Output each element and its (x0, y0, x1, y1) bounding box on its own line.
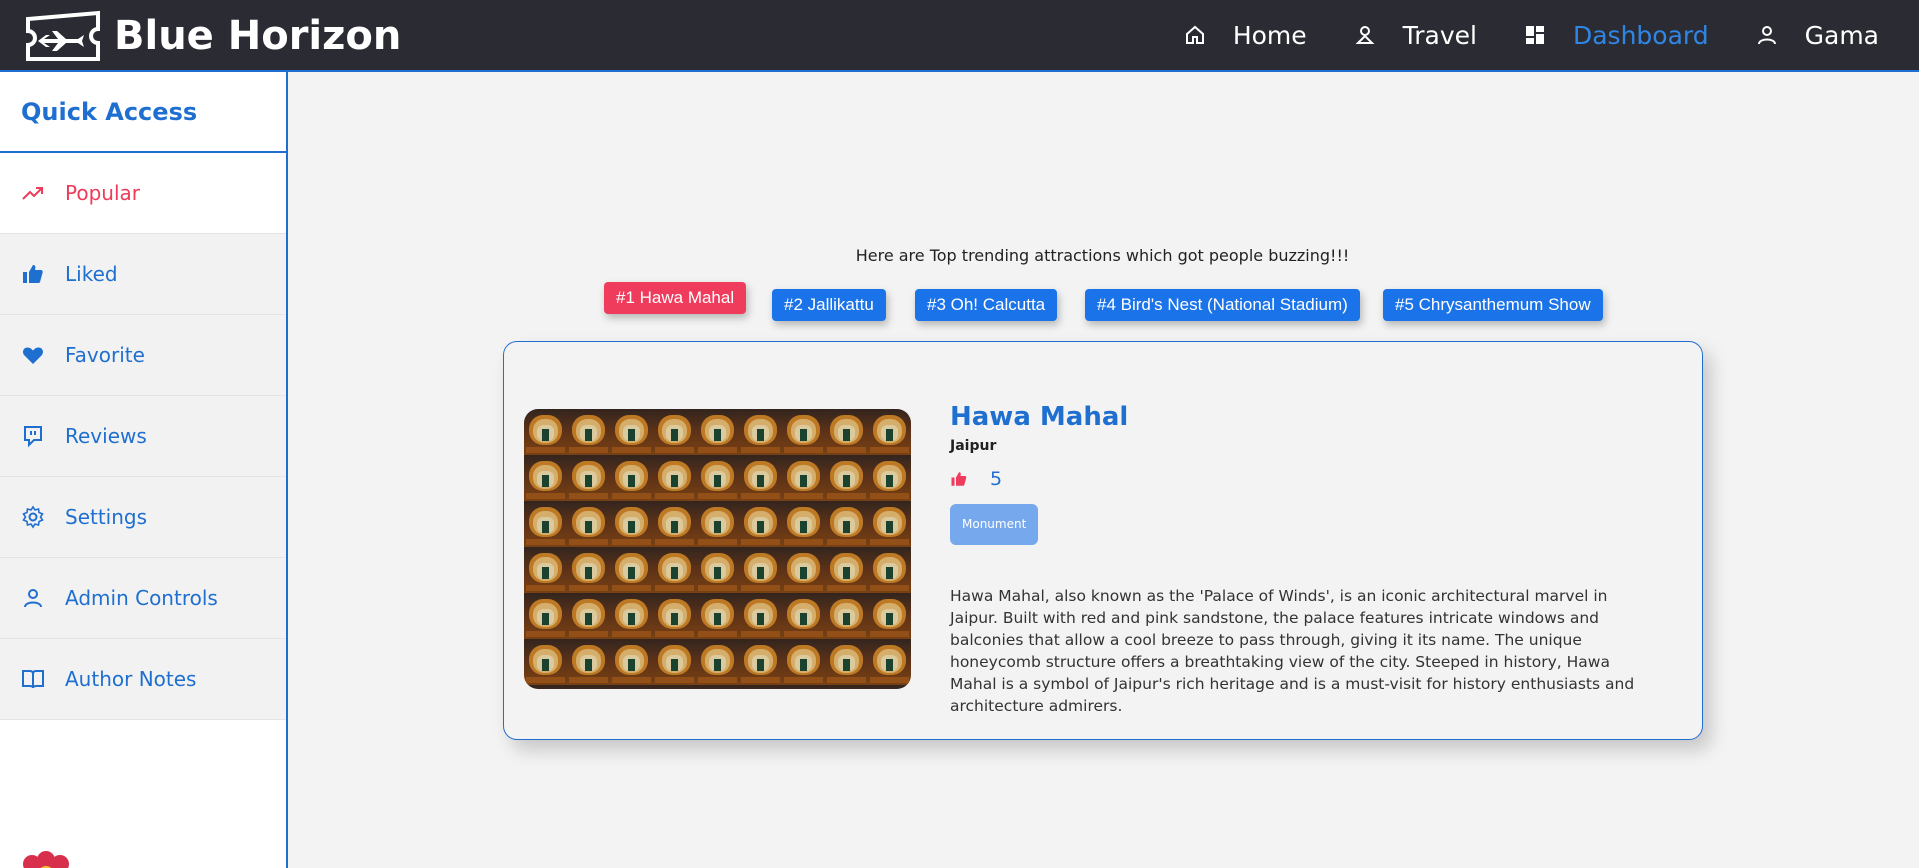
category-tag[interactable]: Monument (950, 504, 1039, 545)
top-navbar: Blue Horizon Home Travel Dashboard Gama (0, 0, 1919, 72)
nav-travel[interactable]: Travel (1353, 21, 1477, 50)
nav-home-label: Home (1232, 20, 1307, 50)
sidebar-item-label: Reviews (65, 424, 147, 448)
travel-icon (1355, 26, 1375, 44)
chip-rank-1[interactable]: #1 Hawa Mahal (604, 282, 747, 314)
user-icon (1757, 26, 1776, 45)
attraction-title: Hawa Mahal (950, 402, 1129, 432)
sidebar-item-author-notes[interactable]: Author Notes (0, 639, 286, 720)
plane-ticket-logo-icon (26, 10, 100, 61)
trending-icon (22, 187, 43, 200)
sidebar-item-reviews[interactable]: Reviews (0, 396, 286, 477)
user-icon (24, 589, 42, 608)
attraction-description: Hawa Mahal, also known as the 'Palace of… (950, 587, 1635, 715)
nav-user-label: Gama (1804, 20, 1879, 50)
brand[interactable]: Blue Horizon (24, 8, 401, 64)
thumbs-up-icon (23, 265, 43, 283)
chip-rank-4[interactable]: #4 Bird's Nest (National Stadium) (1085, 289, 1360, 321)
sidebar-item-label: Admin Controls (65, 586, 218, 610)
sidebar-item-label: Author Notes (65, 667, 197, 691)
nav-dashboard-label: Dashboard (1572, 20, 1709, 50)
home-icon (1185, 25, 1204, 44)
thumbs-up-icon (951, 472, 967, 486)
nav-user[interactable]: Gama (1755, 21, 1879, 50)
attraction-city: Jaipur (950, 438, 997, 454)
gear-icon (22, 505, 44, 529)
chip-rank-5[interactable]: #5 Chrysanthemum Show (1383, 289, 1603, 321)
attraction-card: Hawa Mahal Jaipur 5 Monument Hawa Mahal,… (503, 341, 1703, 740)
heart-icon (23, 347, 43, 364)
sidebar-title: Quick Access (0, 72, 286, 153)
brand-name: Blue Horizon (114, 13, 402, 59)
trending-intro-text: Here are Top trending attractions which … (855, 246, 1350, 265)
chip-rank-3[interactable]: #3 Oh! Calcutta (915, 289, 1058, 321)
attraction-photo (524, 409, 911, 689)
reviews-icon (24, 426, 42, 448)
sidebar-item-label: Settings (65, 505, 148, 529)
like-count: 5 (990, 468, 1003, 490)
dashboard-icon (1525, 26, 1544, 44)
nav-home[interactable]: Home (1183, 21, 1307, 50)
nav-travel-label: Travel (1402, 20, 1477, 50)
main-nav: Home Travel Dashboard Gama (1137, 0, 1879, 70)
sidebar-item-label: Popular (65, 181, 140, 205)
flower-logo-icon (23, 851, 69, 868)
sidebar-item-label: Liked (65, 262, 118, 286)
nav-dashboard[interactable]: Dashboard (1523, 21, 1709, 50)
sidebar-item-favorite[interactable]: Favorite (0, 315, 286, 396)
sidebar: Quick Access Popular Liked Favorite Revi… (0, 72, 288, 868)
sidebar-item-settings[interactable]: Settings (0, 477, 286, 558)
chip-rank-2[interactable]: #2 Jallikattu (772, 289, 886, 321)
hawa-mahal-facade-image (524, 409, 911, 689)
sidebar-item-popular[interactable]: Popular (0, 153, 286, 234)
sidebar-item-label: Favorite (65, 343, 145, 367)
book-icon (22, 670, 44, 689)
like-counter[interactable]: 5 (950, 468, 1002, 490)
sidebar-item-admin-controls[interactable]: Admin Controls (0, 558, 286, 639)
